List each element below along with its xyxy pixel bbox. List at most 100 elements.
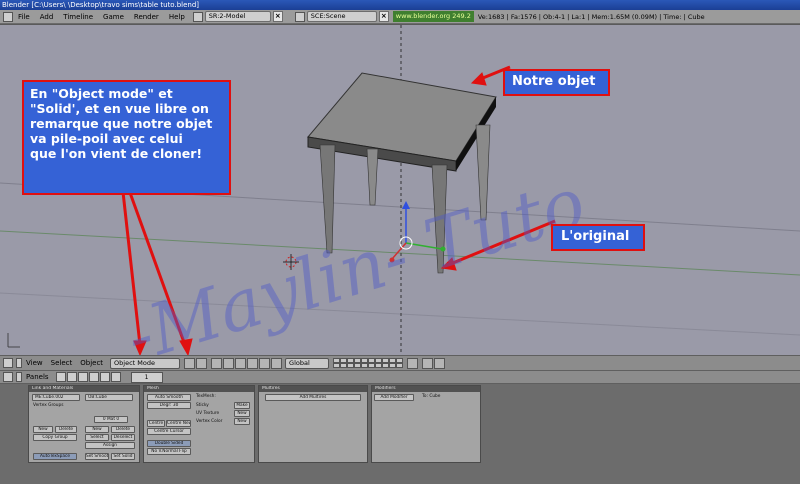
degr-field[interactable]: Degr: 30 <box>147 402 191 409</box>
layer-button[interactable] <box>333 363 341 368</box>
set-solid-button[interactable]: Set Solid <box>111 453 135 460</box>
add-multires-button[interactable]: Add Multires <box>265 394 361 401</box>
scene-field[interactable]: SCE:Scene <box>306 11 377 22</box>
snapshot-icon[interactable] <box>434 357 446 369</box>
orientation-select[interactable]: Global <box>285 357 330 369</box>
table-leg <box>366 148 379 206</box>
uv-texture-new-button[interactable]: New <box>234 410 250 417</box>
3d-view-header: View Select Object Object Mode Global <box>0 355 800 371</box>
menu-game[interactable]: Game <box>98 13 129 21</box>
screen-browse-icon[interactable] <box>192 11 203 22</box>
table-leg <box>319 144 336 254</box>
layer-button[interactable] <box>361 363 369 368</box>
set-smooth-button[interactable]: Set Smooth <box>85 453 109 460</box>
draw-type-icon[interactable] <box>184 357 196 369</box>
screen-delete-icon[interactable]: × <box>272 11 283 22</box>
material-index-field[interactable]: 0 Mat 0 <box>94 416 128 423</box>
screen-field[interactable]: SR:2-Model <box>204 11 271 22</box>
draw-type-dropdown-icon[interactable] <box>196 357 208 369</box>
logic-context-icon[interactable] <box>55 372 66 382</box>
autotexspace-toggle[interactable]: AutoTexSpace <box>33 453 77 460</box>
rotate-icon[interactable] <box>259 357 271 369</box>
menu-object[interactable]: Object <box>76 359 107 367</box>
annotation-object-mode: En "Object mode" et "Solid', et en vue l… <box>22 80 231 195</box>
centre-button[interactable]: Centre <box>147 420 165 427</box>
3d-viewport[interactable]: -Maylin- Tuto En "Object mode" et "Solid… <box>0 25 800 355</box>
menu-render[interactable]: Render <box>129 13 164 21</box>
buttons-area: Link and Materials ME:Cube.002 OB:Cube V… <box>0 384 800 484</box>
menu-view[interactable]: View <box>22 359 47 367</box>
material-assign-button[interactable]: Assign <box>85 442 135 449</box>
annotation-line: que l'on vient de cloner! <box>30 146 203 161</box>
editor-type-icon[interactable] <box>3 372 13 382</box>
menu-timeline[interactable]: Timeline <box>58 13 98 21</box>
x-manipulator[interactable] <box>391 242 407 260</box>
x-arrow-head <box>389 257 395 263</box>
editor-type-icon[interactable] <box>3 11 13 22</box>
sticky-make-button[interactable]: Make <box>234 402 250 409</box>
annotation-line: va pile-poil avec celui <box>30 131 183 146</box>
material-select-button[interactable]: Select <box>85 434 109 441</box>
lock-icon[interactable] <box>407 357 419 369</box>
scene-context-icon[interactable] <box>110 372 121 382</box>
script-context-icon[interactable] <box>66 372 77 382</box>
blender-version-link[interactable]: www.blender.org 249.2 <box>392 11 474 22</box>
mesh-name-field[interactable]: ME:Cube.002 <box>32 394 80 401</box>
scene-delete-icon[interactable]: × <box>378 11 389 22</box>
editing-context-icon[interactable] <box>99 372 110 382</box>
menu-add[interactable]: Add <box>35 13 59 21</box>
material-new-button[interactable]: New <box>85 426 109 433</box>
auto-smooth-toggle[interactable]: Auto Smooth <box>147 394 191 401</box>
object-name-field[interactable]: OB:Cube <box>85 394 133 401</box>
editor-type-icon[interactable] <box>3 358 13 368</box>
vertex-color-new-button[interactable]: New <box>234 418 250 425</box>
vertex-color-label: Vertex Color <box>196 419 223 424</box>
translate-icon[interactable] <box>247 357 259 369</box>
uv-texture-label: UV Texture <box>196 411 220 416</box>
annotation-line: En "Object mode" et <box>30 86 173 101</box>
copy-group-button[interactable]: Copy Group <box>33 434 77 441</box>
render-preview-icon[interactable] <box>422 357 434 369</box>
panels-menu[interactable]: Panels <box>22 373 53 381</box>
object-context-icon[interactable] <box>88 372 99 382</box>
scene-browse-icon[interactable] <box>294 11 305 22</box>
table-leg <box>431 164 448 274</box>
mode-select[interactable]: Object Mode <box>110 357 181 369</box>
panel-title: Multires <box>259 386 367 392</box>
centre-new-button[interactable]: Centre New <box>166 420 191 427</box>
layer-button[interactable] <box>340 363 348 368</box>
manipulator-toggle-icon[interactable] <box>235 357 247 369</box>
add-modifier-button[interactable]: Add Modifier <box>374 394 414 401</box>
layer-button[interactable] <box>389 363 397 368</box>
scale-icon[interactable] <box>271 357 283 369</box>
double-sided-toggle[interactable]: Double Sided <box>147 440 191 447</box>
frame-field[interactable]: 1 <box>130 371 163 383</box>
layer-button[interactable] <box>354 363 362 368</box>
y-arrow-head <box>440 246 446 252</box>
centre-cursor-button[interactable]: Centre Cursor <box>147 428 191 435</box>
vgroup-delete-button[interactable]: Delete <box>55 426 77 433</box>
scene-stats: Ve:1683 | Fa:1576 | Ob:4-1 | La:1 | Mem:… <box>477 12 705 21</box>
annotation-original: L'original <box>551 224 645 251</box>
panel-title: Modifiers <box>372 386 480 392</box>
menu-help[interactable]: Help <box>164 13 190 21</box>
shading-context-icon[interactable] <box>77 372 88 382</box>
sticky-label: Sticky <box>196 403 209 408</box>
no-vnormal-flip-toggle[interactable]: No V.Normal Flip <box>147 448 191 455</box>
vgroup-new-button[interactable]: New <box>33 426 53 433</box>
menu-select[interactable]: Select <box>47 359 77 367</box>
layer-button[interactable] <box>347 363 355 368</box>
multires-panel: Multires Add Multires <box>258 385 368 463</box>
layer-button[interactable] <box>382 363 390 368</box>
layer-button[interactable] <box>375 363 383 368</box>
material-deselect-button[interactable]: Deselect <box>111 434 135 441</box>
layer-button[interactable] <box>368 363 376 368</box>
pivot-dropdown-icon[interactable] <box>223 357 235 369</box>
panel-title: Mesh <box>144 386 254 392</box>
material-delete-button[interactable]: Delete <box>111 426 135 433</box>
panel-title: Link and Materials <box>29 386 139 392</box>
menu-file[interactable]: File <box>13 13 35 21</box>
layer-button[interactable] <box>396 363 404 368</box>
pivot-icon[interactable] <box>211 357 223 369</box>
link-materials-panel: Link and Materials ME:Cube.002 OB:Cube V… <box>28 385 140 463</box>
